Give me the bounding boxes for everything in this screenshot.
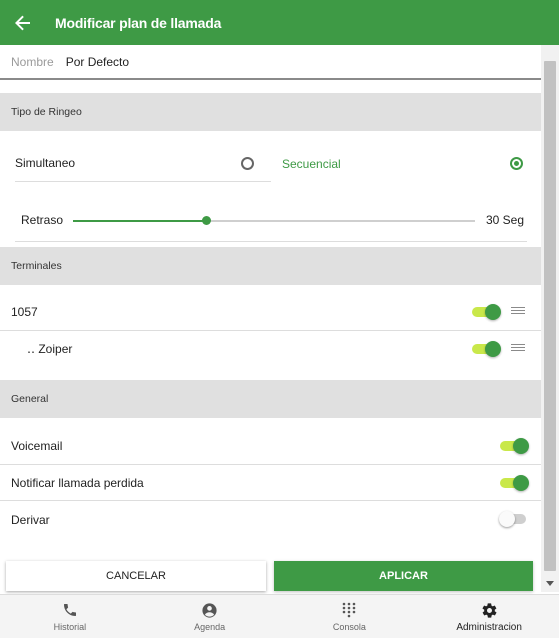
form-content[interactable]: Nombre Por Defecto Tipo de Ringeo Simult… [0, 45, 541, 592]
name-field-value[interactable]: Por Defecto [66, 55, 129, 69]
setting-row-voicemail[interactable]: Voicemail [0, 428, 541, 465]
nav-item-consola[interactable]: Consola [280, 595, 420, 638]
section-header-general: General [0, 380, 541, 418]
section-header-terminals: Terminales [0, 247, 541, 285]
nav-label: Consola [332, 622, 366, 632]
app-window: Modificar plan de llamada Nombre Por Def… [0, 0, 559, 638]
dialpad-icon [340, 601, 358, 619]
toggle-knob [513, 438, 529, 454]
ring-option-label: Simultaneo [15, 156, 76, 170]
delay-slider-fill [73, 220, 206, 222]
delay-label: Retraso [21, 213, 64, 227]
name-field-label: Nombre [11, 54, 54, 69]
nav-label: Historial [53, 622, 87, 632]
nav-label: Agenda [194, 622, 226, 632]
toggle-knob [499, 511, 515, 527]
section-header-ring-type: Tipo de Ringeo [0, 93, 541, 131]
top-app-bar: Modificar plan de llamada [0, 0, 559, 45]
setting-row-forward[interactable]: Derivar [0, 501, 541, 538]
scrollbar-thumb[interactable] [544, 61, 556, 571]
nav-item-agenda[interactable]: Agenda [140, 595, 280, 638]
terminal-label: 1057 [11, 304, 38, 319]
voicemail-toggle[interactable] [499, 438, 529, 454]
radio-checked-icon[interactable] [510, 157, 523, 170]
apply-button[interactable]: APLICAR [274, 561, 533, 591]
toggle-knob [485, 341, 501, 357]
setting-label: Voicemail [11, 439, 63, 453]
terminal-row[interactable]: 1057 [0, 293, 541, 331]
account-icon [201, 601, 219, 619]
bottom-navigation: Historial Agenda Consola Administracion [0, 594, 559, 638]
setting-label: Derivar [11, 512, 50, 527]
ring-option-label: Secuencial [282, 156, 341, 171]
terminal-label: ‥ Zoiper [27, 342, 73, 356]
cancel-button[interactable]: CANCELAR [6, 561, 266, 591]
name-field[interactable]: Nombre Por Defecto [0, 45, 541, 80]
drag-handle-icon[interactable] [511, 307, 525, 317]
radio-unchecked-icon[interactable] [241, 157, 254, 170]
back-button[interactable] [0, 0, 45, 45]
toggle-knob [513, 475, 529, 491]
delay-slider-thumb[interactable] [201, 216, 211, 225]
gear-icon [480, 601, 498, 619]
nav-item-administracion[interactable]: Administracion [419, 595, 559, 638]
terminal-toggle[interactable] [471, 304, 501, 320]
delay-slider-row: Retraso 30 Seg [15, 200, 527, 242]
page-title: Modificar plan de llamada [55, 14, 222, 31]
arrow-left-icon [14, 15, 30, 30]
terminal-row[interactable]: ‥ Zoiper [0, 331, 541, 367]
phone-icon [61, 601, 79, 619]
delay-value: 30 Seg [485, 213, 524, 227]
forward-toggle[interactable] [499, 511, 529, 527]
missed-call-toggle[interactable] [499, 475, 529, 491]
ring-option-simultaneous[interactable]: Simultaneo [15, 145, 271, 182]
terminal-toggle[interactable] [471, 341, 501, 357]
nav-item-historial[interactable]: Historial [0, 595, 140, 638]
setting-row-missed-call[interactable]: Notificar llamada perdida [0, 465, 541, 501]
delay-slider[interactable] [73, 216, 475, 225]
nav-label: Administracion [456, 622, 522, 633]
toggle-knob [485, 304, 501, 320]
setting-label: Notificar llamada perdida [11, 475, 144, 490]
drag-handle-icon[interactable] [511, 344, 525, 354]
ring-option-sequential[interactable]: Secuencial [282, 145, 527, 182]
scrollbar[interactable] [541, 45, 559, 592]
scroll-down-icon[interactable] [546, 581, 554, 586]
